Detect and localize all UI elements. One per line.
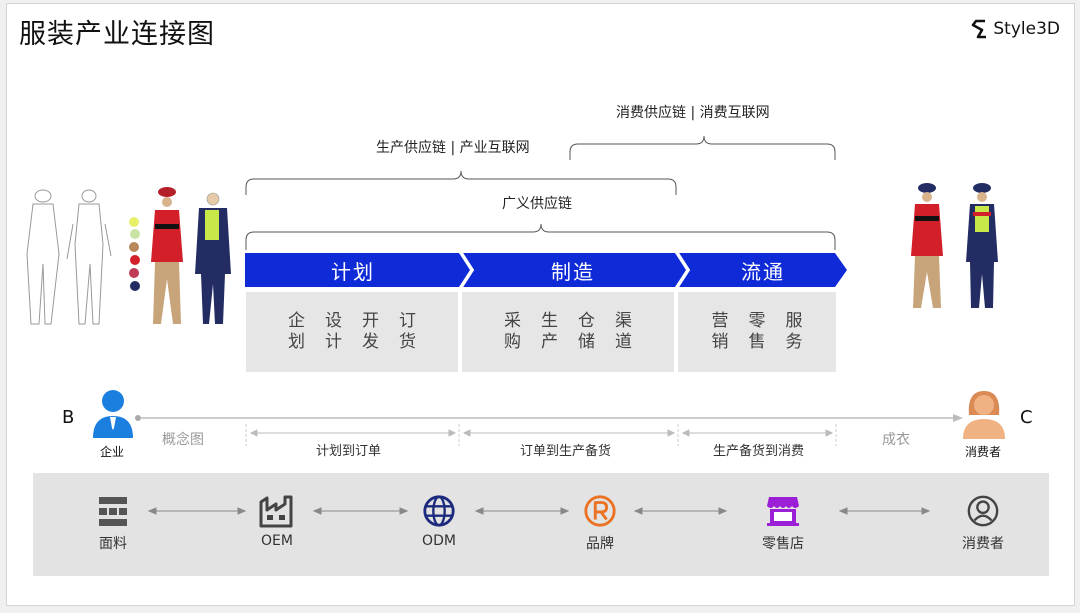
manufacture-item: 产 [541,332,558,352]
node-label: 面料 [99,536,127,552]
timeline-production-consume-label: 生产备货到消费 [713,444,805,459]
timeline-finished-garment-label: 成衣 [882,432,910,448]
circulation-item: 零 [748,311,766,331]
node-label: 消费者 [962,536,1004,552]
consumer-bracket [569,135,836,160]
value-chain-arrows [147,507,931,515]
node-label: OEM [261,533,293,549]
globe-icon [423,495,455,527]
slide: 服装产业连接图 Style3D 消费供应链 | 消费互联网 生产供应链 | 产业… [6,3,1075,606]
node-odm: ODM [399,494,479,549]
stage-manufacture-label: 制造 [551,259,595,284]
plan-detail-box: 企 设 开 订 划 计 发 货 [246,292,458,372]
plan-items-row-2: 划 计 发 货 [288,332,416,353]
circulation-items-row-1: 营 零 服 [712,311,803,332]
manufacture-item: 仓 [578,311,595,331]
fabric-icon [99,497,127,526]
timeline-plan-order-label: 计划到订单 [316,444,382,459]
production-bracket [245,170,677,195]
circulation-item: 售 [748,332,766,352]
circulation-detail-box: 营 零 服 销 售 务 [678,292,836,372]
fashion-sketches-illustration [26,187,231,325]
stage-arrow-row: 计划 制造 流通 [245,253,847,287]
circulation-item: 服 [785,311,803,331]
node-brand: 品牌 [560,494,640,553]
consumer-icon [967,495,999,527]
timeline-concept-label: 概念图 [162,432,204,448]
manufacture-item: 购 [504,332,521,352]
manufacture-items-row-1: 采 生 仓 渠 [504,311,632,332]
registered-brand-icon [584,495,616,527]
circulation-items-row-2: 销 售 务 [712,332,803,353]
node-label: ODM [422,533,456,549]
plan-item: 设 [325,311,342,331]
manufacture-item: 生 [541,311,558,331]
manufacture-item: 采 [504,311,521,331]
plan-item: 划 [288,332,305,352]
node-retail-store: 零售店 [743,494,823,553]
timeline-order-production-label: 订单到生产备货 [520,444,612,459]
manufacture-items-row-2: 购 产 储 道 [504,332,632,353]
circulation-item: 销 [711,332,729,352]
plan-item: 发 [362,332,379,352]
plan-item: 开 [362,311,379,331]
node-consumer: 消费者 [943,494,1023,553]
plan-item: 企 [288,311,305,331]
circulation-item: 务 [785,332,803,352]
plan-item: 计 [325,332,342,352]
plan-item: 订 [399,311,416,331]
node-oem: OEM [237,494,317,549]
manufacture-item: 道 [615,332,632,352]
node-label: 零售店 [762,536,804,552]
color-swatches [129,217,140,291]
plan-item: 货 [399,332,416,352]
node-fabric: 面料 [73,494,153,553]
stage-plan-label: 计划 [331,259,375,284]
manufacture-item: 渠 [615,311,632,331]
broad-bracket [245,223,836,250]
store-icon [767,497,799,526]
plan-items-row-1: 企 设 开 订 [288,311,416,332]
manufacture-detail-box: 采 生 仓 渠 购 产 储 道 [462,292,674,372]
factory-icon [259,495,293,528]
stage-circulation-label: 流通 [741,259,785,284]
finished-garments-illustration [911,183,998,308]
node-label: 品牌 [586,536,614,552]
circulation-item: 营 [711,311,729,331]
manufacture-item: 储 [578,332,595,352]
